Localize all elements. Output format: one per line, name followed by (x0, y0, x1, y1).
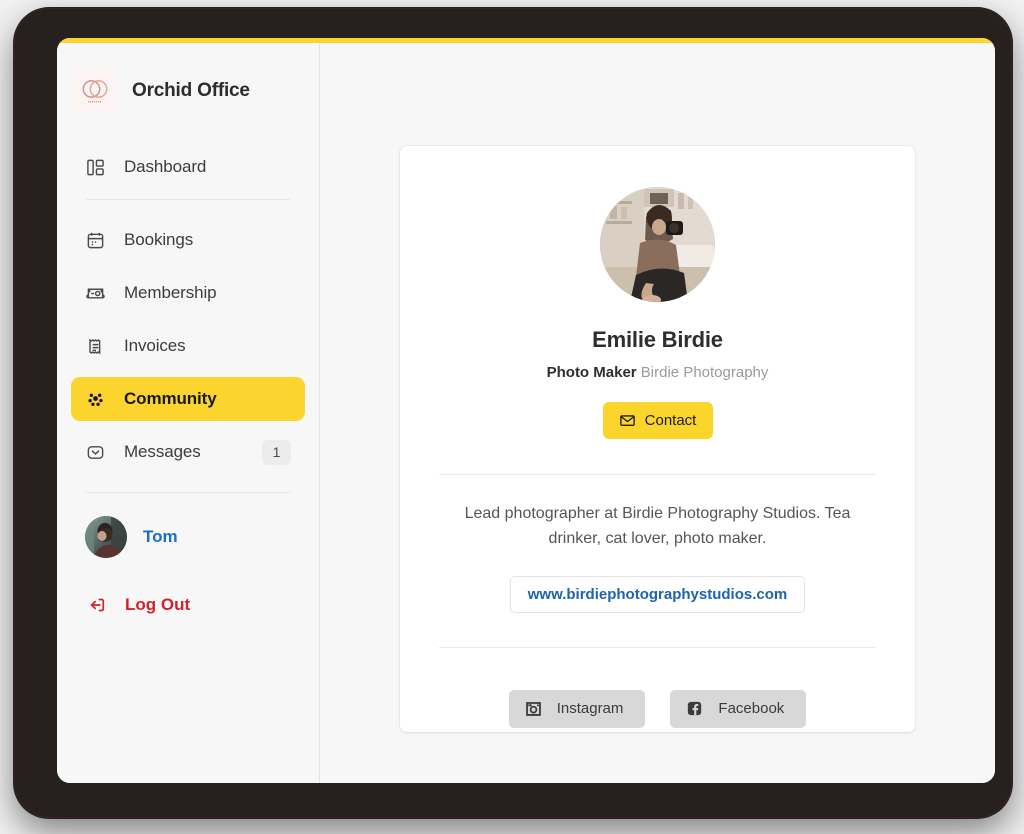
sidebar-item-label: Dashboard (124, 157, 207, 176)
overlapping-circles-logo-icon (72, 68, 118, 114)
sidebar-divider-bottom (86, 492, 290, 493)
brand-name: Orchid Office (132, 80, 250, 101)
membership-card-icon (85, 283, 106, 304)
user-avatar-photo-icon (85, 516, 127, 558)
contact-button[interactable]: Contact (602, 402, 713, 439)
mail-icon (619, 412, 636, 429)
sidebar-item-invoices[interactable]: Invoices (71, 324, 305, 368)
role-title: Photo Maker (546, 364, 637, 381)
calendar-icon (85, 230, 106, 251)
profile-card: Emilie Birdie Photo Maker Birdie Photogr… (400, 146, 915, 732)
logout-label: Log Out (125, 595, 191, 614)
community-dots-icon (85, 389, 106, 410)
top-accent-bar (57, 38, 995, 43)
contact-button-label: Contact (644, 412, 697, 429)
app-window: Orchid Office Dashboard Bookings Members… (57, 38, 995, 783)
instagram-button[interactable]: Instagram (508, 689, 646, 728)
sidebar-item-label: Invoices (124, 336, 186, 355)
social-links: Instagram Facebook (420, 689, 895, 728)
sidebar-item-label: Bookings (124, 230, 194, 249)
sidebar-item-dashboard[interactable]: Dashboard (71, 145, 305, 189)
dashboard-icon (85, 157, 106, 178)
sidebar-item-community[interactable]: Community (71, 377, 305, 421)
facebook-button[interactable]: Facebook (670, 689, 807, 728)
card-divider-bottom (439, 646, 876, 648)
logout-icon (86, 595, 107, 616)
facebook-label: Facebook (718, 700, 785, 718)
user-name: Tom (143, 527, 178, 546)
sidebar-item-bookings[interactable]: Bookings (71, 218, 305, 262)
profile-role: Photo Maker Birdie Photography (420, 364, 895, 381)
brand: Orchid Office (57, 63, 319, 119)
instagram-label: Instagram (556, 700, 624, 718)
profile-bio: Lead photographer at Birdie Photography … (464, 505, 851, 547)
main-content: Emilie Birdie Photo Maker Birdie Photogr… (320, 38, 995, 783)
facebook-icon (685, 699, 704, 718)
sidebar-item-label: Membership (124, 283, 217, 302)
invoice-icon (85, 336, 106, 357)
instagram-icon (524, 699, 543, 718)
messages-badge: 1 (262, 439, 291, 465)
logout-button[interactable]: Log Out (57, 585, 319, 625)
sidebar-item-label: Messages (124, 442, 201, 461)
sidebar-user[interactable]: Tom (57, 513, 319, 561)
sidebar-nav: Dashboard Bookings Membership Invoices C… (57, 145, 319, 493)
sidebar-divider-top (86, 199, 290, 200)
message-chevron-icon (85, 442, 106, 463)
card-divider-top (439, 474, 876, 475)
profile-photo-icon (600, 187, 715, 302)
role-company: Birdie Photography (640, 364, 769, 381)
sidebar-item-messages[interactable]: Messages 1 (71, 430, 305, 474)
page-title: Emilie Birdie (592, 327, 723, 352)
sidebar: Orchid Office Dashboard Bookings Members… (57, 38, 320, 783)
device-frame: Orchid Office Dashboard Bookings Members… (13, 7, 1013, 819)
sidebar-item-label: Community (124, 389, 217, 408)
website-link[interactable]: www.birdiephotographystudios.com (509, 575, 806, 613)
sidebar-item-membership[interactable]: Membership (71, 271, 305, 315)
